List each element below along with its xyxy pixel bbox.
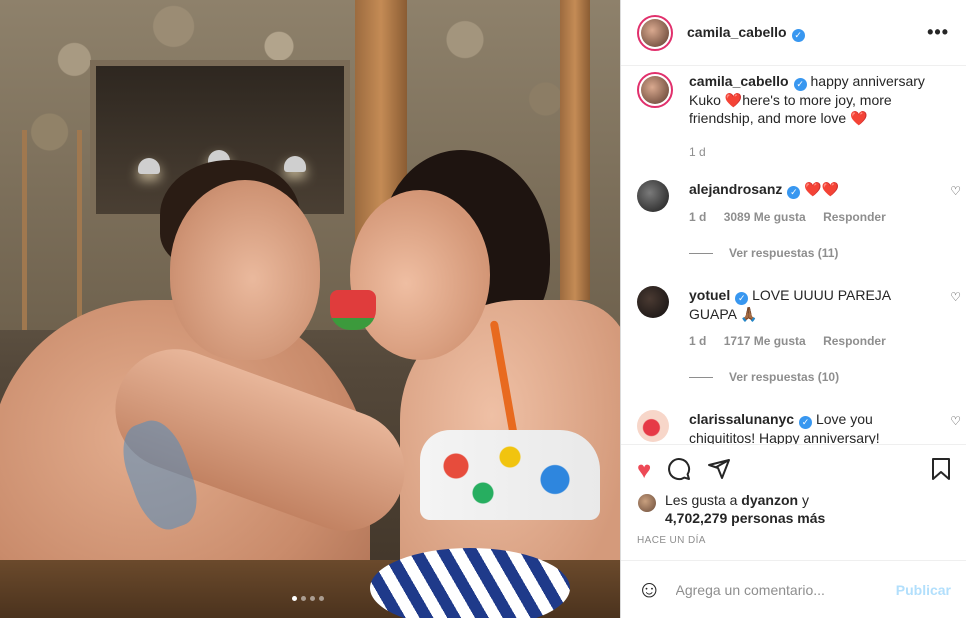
woman-head: [350, 190, 490, 360]
carousel-dot[interactable]: [319, 596, 324, 601]
comment-bubble-icon[interactable]: [667, 457, 691, 488]
verified-badge-icon: ✓: [735, 292, 749, 305]
likes-text: Les gusta a dyanzon y 4,702,279 personas…: [665, 491, 825, 527]
bookmark-icon[interactable]: [931, 457, 951, 481]
comment-body: alejandrosanz ✓ ❤️❤️: [689, 180, 957, 199]
carousel-indicator: [292, 596, 324, 601]
watermelon-slice: [330, 290, 376, 330]
action-icons: ♥: [637, 457, 731, 488]
wooden-shelf: [22, 130, 82, 330]
pendant-lamp: [138, 158, 160, 174]
comment-like-heart-icon[interactable]: ♡: [950, 414, 961, 428]
reply-button[interactable]: Responder: [823, 334, 886, 348]
man-head: [170, 180, 320, 360]
view-replies-button[interactable]: Ver respuestas (10): [689, 370, 957, 384]
view-replies-label[interactable]: Ver respuestas (10): [729, 370, 839, 384]
comment-text: ❤️❤️: [804, 181, 840, 197]
verified-badge-icon: ✓: [791, 28, 805, 42]
author-username[interactable]: camila_cabello ✓: [687, 24, 805, 42]
liker-avatar[interactable]: [637, 493, 657, 513]
verified-badge-icon: ✓: [799, 416, 813, 429]
post-sidebar: camila_cabello ✓ ••• camila_cabello ✓ happ…: [620, 0, 966, 618]
post-header: camila_cabello ✓ •••: [621, 0, 966, 66]
publish-button[interactable]: Publicar: [896, 582, 951, 598]
comment-time[interactable]: 1 d: [689, 334, 706, 348]
pendant-lamp: [284, 156, 306, 172]
comment-likes[interactable]: 3089 Me gusta: [724, 210, 806, 224]
comment-like-heart-icon[interactable]: ♡: [950, 184, 961, 198]
patterned-bikini: [420, 430, 600, 520]
reply-button[interactable]: Responder: [823, 210, 886, 224]
likes-summary: Les gusta a dyanzon y 4,702,279 personas…: [637, 491, 825, 527]
comment-like-heart-icon[interactable]: ♡: [950, 290, 961, 304]
author-avatar[interactable]: [637, 14, 673, 51]
comment-body: clarissalunanyc ✓ Love you chiquititos! H…: [689, 410, 957, 444]
commenter-username[interactable]: alejandrosanz: [689, 181, 782, 197]
comment-meta: 1 d 3089 Me gusta Responder: [689, 210, 957, 224]
caption-avatar[interactable]: [637, 72, 673, 108]
view-replies-button[interactable]: Ver respuestas (11): [689, 246, 957, 260]
striped-plate: [370, 548, 570, 618]
comment-time[interactable]: 1 d: [689, 210, 706, 224]
more-options-icon[interactable]: •••: [927, 22, 949, 43]
comment-meta: 1 d 1717 Me gusta Responder: [689, 334, 957, 348]
commenter-avatar[interactable]: [637, 180, 669, 212]
comment-likes[interactable]: 1717 Me gusta: [724, 334, 806, 348]
post-photo[interactable]: [0, 0, 620, 618]
carousel-dot[interactable]: [301, 596, 306, 601]
commenter-username[interactable]: yotuel: [689, 287, 730, 303]
share-plane-icon[interactable]: [707, 457, 731, 488]
likes-prefix: Les gusta a: [665, 492, 738, 508]
comment-item: alejandrosanz ✓ ❤️❤️ ♡ 1 d 3089 Me gusta …: [637, 180, 961, 260]
commenter-username[interactable]: clarissalunanyc: [689, 411, 794, 427]
post-caption: camila_cabello ✓ happy anniversary Kuko ❤…: [637, 72, 957, 159]
liked-by-username[interactable]: dyanzon: [741, 492, 798, 508]
add-comment-bar: ☺ Publicar: [621, 560, 966, 618]
comment-item: clarissalunanyc ✓ Love you chiquititos! H…: [637, 410, 961, 444]
comment-item: yotuel ✓ LOVE UUUU PAREJA GUAPA 🙏🏾 ♡ 1 d …: [637, 286, 961, 384]
caption-timestamp[interactable]: 1 d: [689, 145, 957, 159]
commenter-avatar[interactable]: [637, 286, 669, 318]
comment-body: yotuel ✓ LOVE UUUU PAREJA GUAPA 🙏🏾: [689, 286, 957, 323]
caption-username[interactable]: camila_cabello: [689, 73, 789, 89]
comment-input[interactable]: [675, 581, 896, 598]
verified-badge-icon: ✓: [793, 78, 807, 91]
post-timestamp[interactable]: HACE UN DÍA: [637, 535, 706, 546]
emoji-smiley-icon[interactable]: ☺: [637, 576, 662, 604]
view-replies-label[interactable]: Ver respuestas (11): [729, 246, 838, 260]
likes-connector: y: [801, 492, 809, 508]
post-actions: ♥ Les gusta a dyanzon y 4,702,279 person…: [621, 444, 966, 560]
caption-text: camila_cabello ✓ happy anniversary Kuko ❤…: [689, 72, 957, 127]
author-username-text[interactable]: camila_cabello: [687, 24, 787, 40]
likes-count[interactable]: 4,702,279 personas más: [665, 510, 825, 526]
commenter-avatar[interactable]: [637, 410, 669, 442]
comments-list[interactable]: camila_cabello ✓ happy anniversary Kuko ❤…: [621, 66, 966, 444]
wooden-beam: [560, 0, 590, 300]
carousel-dot[interactable]: [310, 596, 315, 601]
like-heart-icon[interactable]: ♥: [637, 457, 651, 488]
replies-divider: [689, 376, 713, 378]
verified-badge-icon: ✓: [787, 186, 801, 199]
carousel-dot[interactable]: [292, 596, 297, 601]
replies-divider: [689, 252, 713, 254]
